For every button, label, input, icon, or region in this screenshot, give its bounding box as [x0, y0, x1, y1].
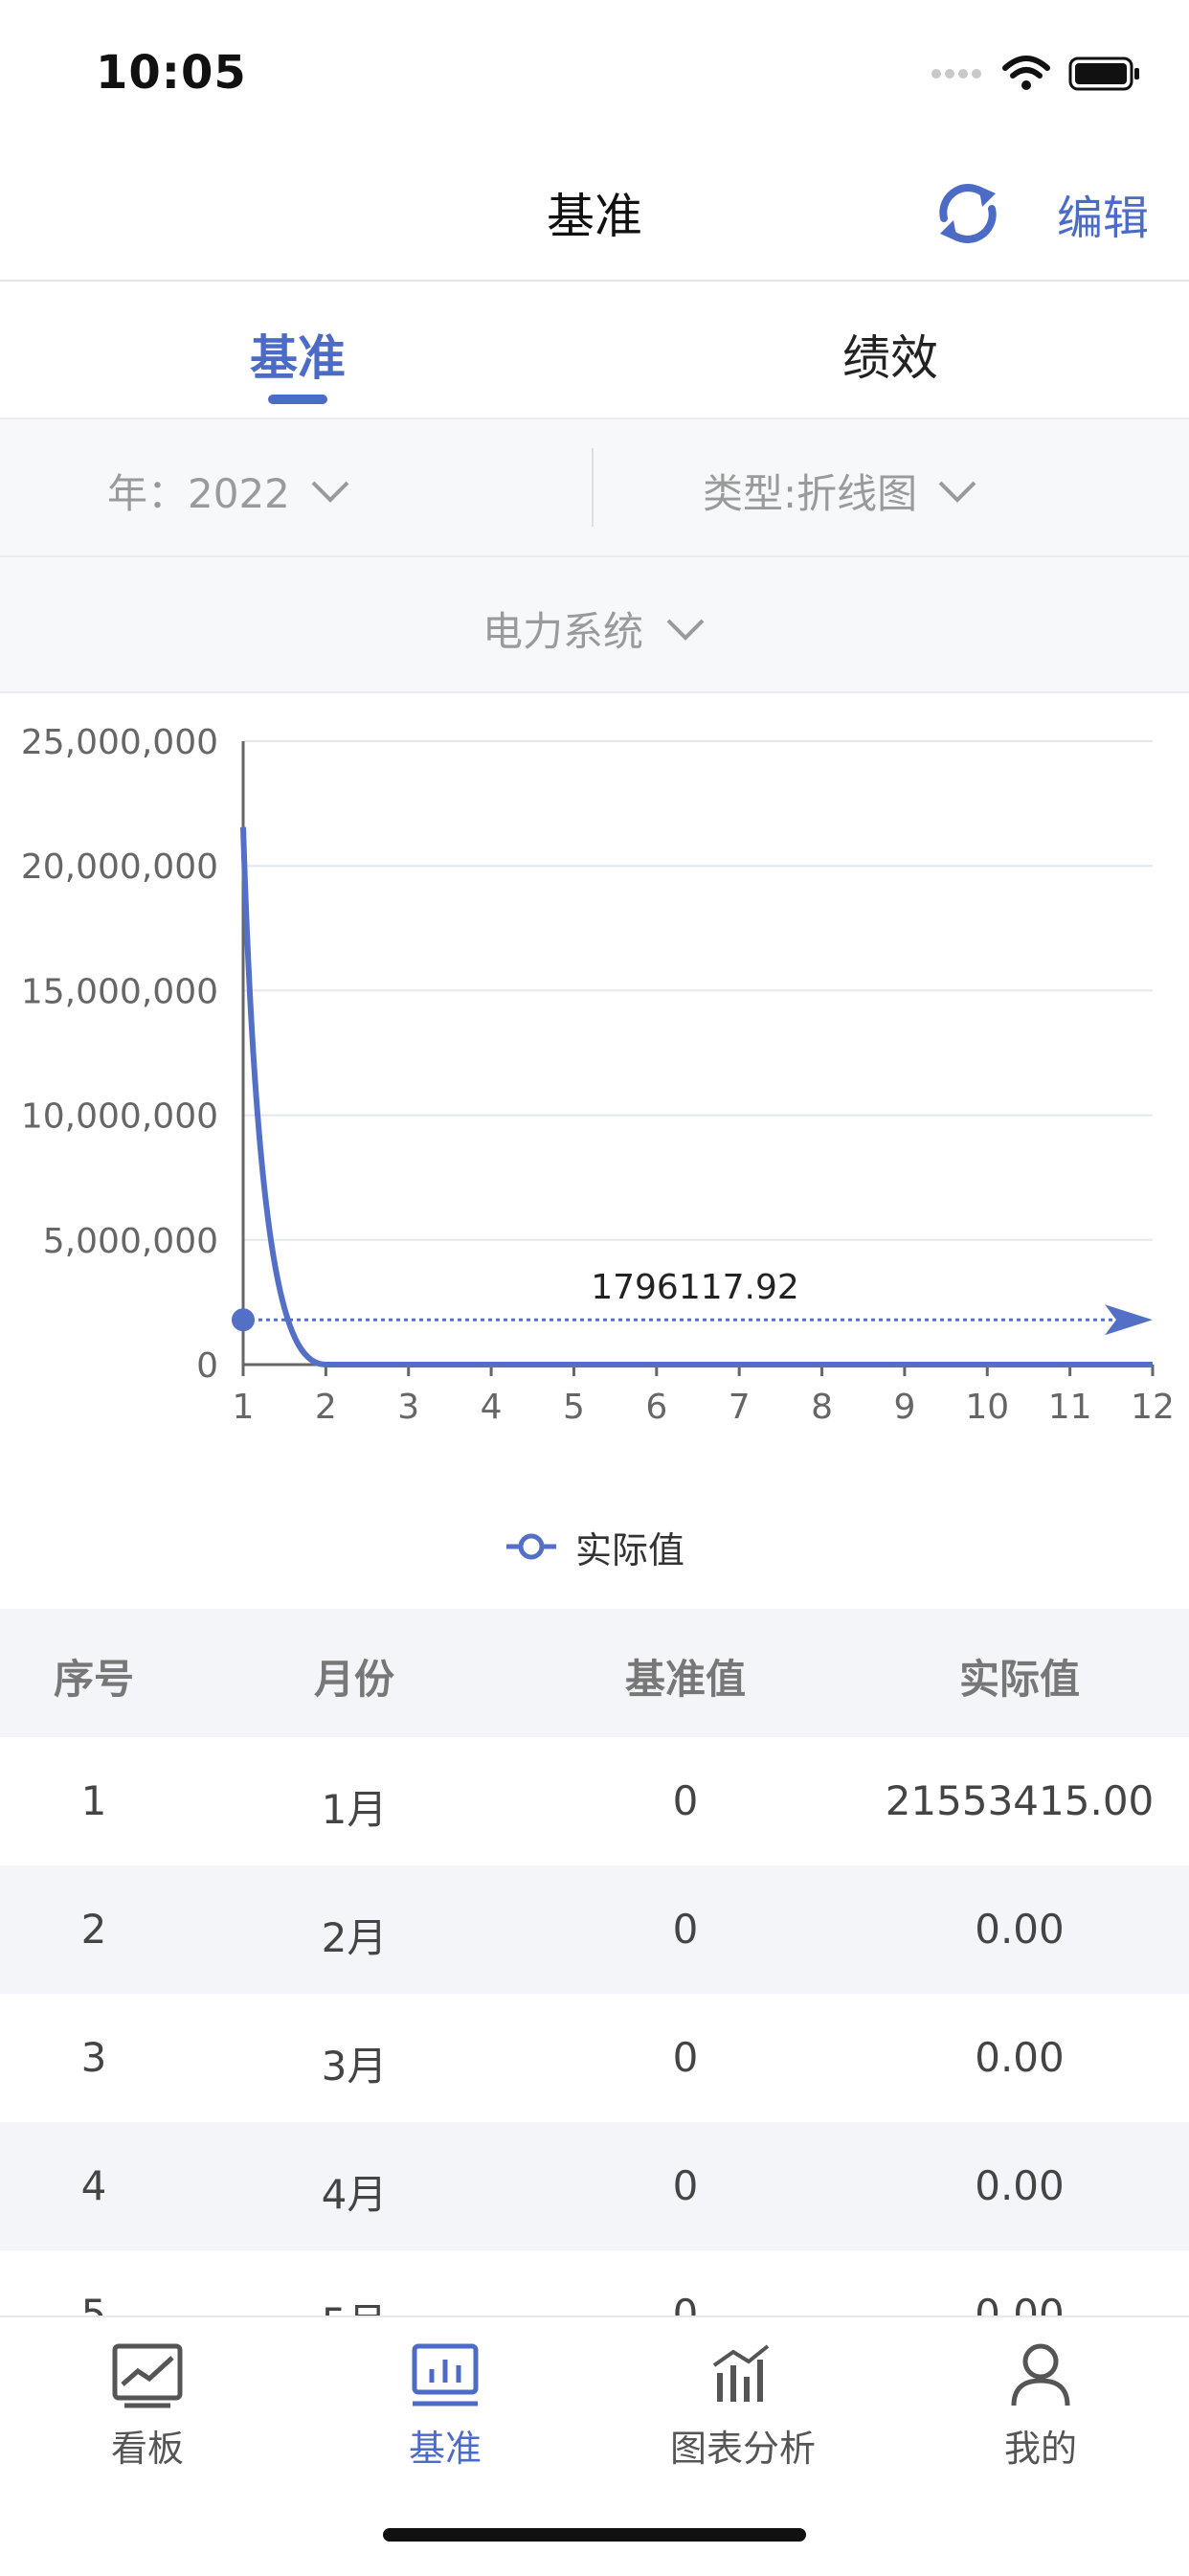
table-row[interactable]: 3 3月 0 0.00 [0, 1994, 1189, 2122]
x-tick-label: 2 [315, 1388, 337, 1427]
x-tick-label: 3 [397, 1388, 419, 1427]
chevron-down-icon [666, 619, 705, 641]
line-chart: 0 5,000,000 10,000,000 15,000,000 20,000,000… [21, 723, 1175, 1427]
year-dropdown-label: 年：2022 [107, 470, 290, 517]
cell-benchmark: 0 [672, 1777, 699, 1824]
tabbar-label-benchmark: 基准 [408, 2428, 482, 2470]
segment-tabs: 基准 绩效 [0, 282, 1189, 419]
benchmark-icon [412, 2343, 479, 2407]
tabbar-label-chart-analysis: 图表分析 [669, 2428, 816, 2470]
x-tick-label: 11 [1048, 1388, 1092, 1427]
year-dropdown[interactable]: 年：2022 [107, 462, 351, 520]
table-body[interactable]: 1 1月 0 21553415.00 2 2月 0 0.00 3 3月 0 0.… [0, 1737, 1189, 2316]
dashboard-icon [112, 2343, 183, 2408]
nav-bar: 基准 编辑 [0, 144, 1189, 282]
cell-month: 2月 [321, 1914, 388, 1961]
x-tick-label: 7 [729, 1388, 751, 1427]
cell-benchmark: 0 [672, 1906, 699, 1953]
x-tick-label: 1 [233, 1388, 255, 1427]
tabbar-label-profile: 我的 [1003, 2428, 1077, 2470]
cell-actual: 0.00 [975, 2162, 1065, 2209]
edit-button[interactable]: 编辑 [1057, 180, 1149, 247]
cell-index: 5 [80, 2291, 107, 2316]
tabbar-item-chart-analysis[interactable]: 图表分析 [647, 2340, 839, 2472]
cell-index: 3 [80, 2034, 107, 2081]
cell-month: 1月 [321, 1786, 388, 1833]
x-tick-label: 5 [563, 1388, 585, 1427]
mark-line-start-point [232, 1308, 255, 1332]
cell-actual: 0.00 [975, 2034, 1065, 2081]
tabbar-item-benchmark[interactable]: 基准 [349, 2340, 541, 2472]
tab-performance[interactable]: 绩效 [699, 320, 1082, 389]
y-tick-label: 0 [196, 1346, 218, 1386]
home-indicator [383, 2528, 806, 2542]
x-tick-label: 9 [893, 1388, 915, 1427]
x-tick-label: 10 [965, 1388, 1009, 1427]
column-header-month: 月份 [313, 1656, 394, 1703]
type-dropdown[interactable]: 类型:折线图 [703, 462, 978, 520]
y-tick-label: 15,000,000 [21, 972, 218, 1011]
filter-bar: 年：2022 类型:折线图 [0, 419, 1189, 557]
system-dropdown[interactable]: 电力系统 [0, 599, 1189, 658]
signal-icon [931, 69, 981, 79]
chevron-down-icon [938, 481, 976, 503]
y-tick-label: 25,000,000 [21, 723, 218, 762]
status-icons [931, 50, 1141, 98]
battery-icon [1068, 56, 1139, 91]
page-title: 基准 [547, 189, 642, 244]
cell-benchmark: 0 [672, 2162, 699, 2209]
cell-benchmark: 0 [672, 2291, 699, 2316]
cell-month: 3月 [321, 2043, 388, 2090]
column-header-actual: 实际值 [958, 1656, 1080, 1703]
cell-index: 1 [80, 1777, 107, 1824]
cell-index: 2 [80, 1906, 107, 1953]
cell-month: 5月 [211, 2291, 498, 2316]
profile-icon [1011, 2343, 1070, 2407]
tabbar-label-dashboard: 看板 [110, 2428, 184, 2470]
type-dropdown-label: 类型:折线图 [703, 470, 918, 517]
system-filter-bar: 电力系统 [0, 557, 1189, 693]
tabbar-item-dashboard[interactable]: 看板 [52, 2340, 243, 2472]
x-tick-label: 6 [645, 1388, 667, 1427]
refresh-icon[interactable] [931, 176, 1005, 251]
table-row[interactable]: 5 5月 0 0.00 [0, 2250, 1189, 2316]
active-tab-indicator [268, 395, 327, 404]
y-tick-label: 5,000,000 [43, 1222, 218, 1261]
cell-index: 4 [80, 2162, 107, 2209]
legend-marker-icon [505, 1533, 556, 1560]
tab-benchmark[interactable]: 基准 [106, 320, 489, 389]
wifi-icon [1002, 56, 1050, 90]
y-tick-label: 10,000,000 [21, 1097, 218, 1137]
y-tick-label: 20,000,000 [21, 847, 218, 887]
chart-legend[interactable]: 实际值 [0, 1521, 1189, 1572]
cell-actual: 0.00 [975, 2291, 1065, 2316]
table-row[interactable]: 2 2月 0 0.00 [0, 1865, 1189, 1994]
filter-divider [592, 448, 594, 527]
status-time: 10:05 [96, 46, 247, 100]
column-header-index: 序号 [53, 1656, 134, 1703]
system-dropdown-label: 电力系统 [482, 608, 643, 655]
table-row[interactable]: 1 1月 0 21553415.00 [0, 1737, 1189, 1865]
mark-line-label: 1796117.92 [591, 1268, 799, 1307]
tabbar-item-profile[interactable]: 我的 [945, 2340, 1136, 2472]
cell-month: 4月 [321, 2171, 388, 2218]
table-row[interactable]: 4 4月 0 0.00 [0, 2122, 1189, 2250]
cell-actual: 21553415.00 [885, 1777, 1155, 1824]
cell-benchmark: 0 [672, 2034, 699, 2081]
x-tick-label: 12 [1131, 1388, 1175, 1427]
chart-analysis-icon [712, 2344, 770, 2402]
x-tick-label: 8 [811, 1388, 833, 1427]
cell-actual: 0.00 [975, 1906, 1065, 1953]
x-tick-label: 4 [481, 1388, 503, 1427]
chevron-down-icon [311, 481, 349, 503]
table-header: 序号 月份 基准值 实际值 [0, 1609, 1189, 1737]
legend-label: 实际值 [574, 1528, 684, 1571]
column-header-benchmark: 基准值 [624, 1656, 746, 1703]
